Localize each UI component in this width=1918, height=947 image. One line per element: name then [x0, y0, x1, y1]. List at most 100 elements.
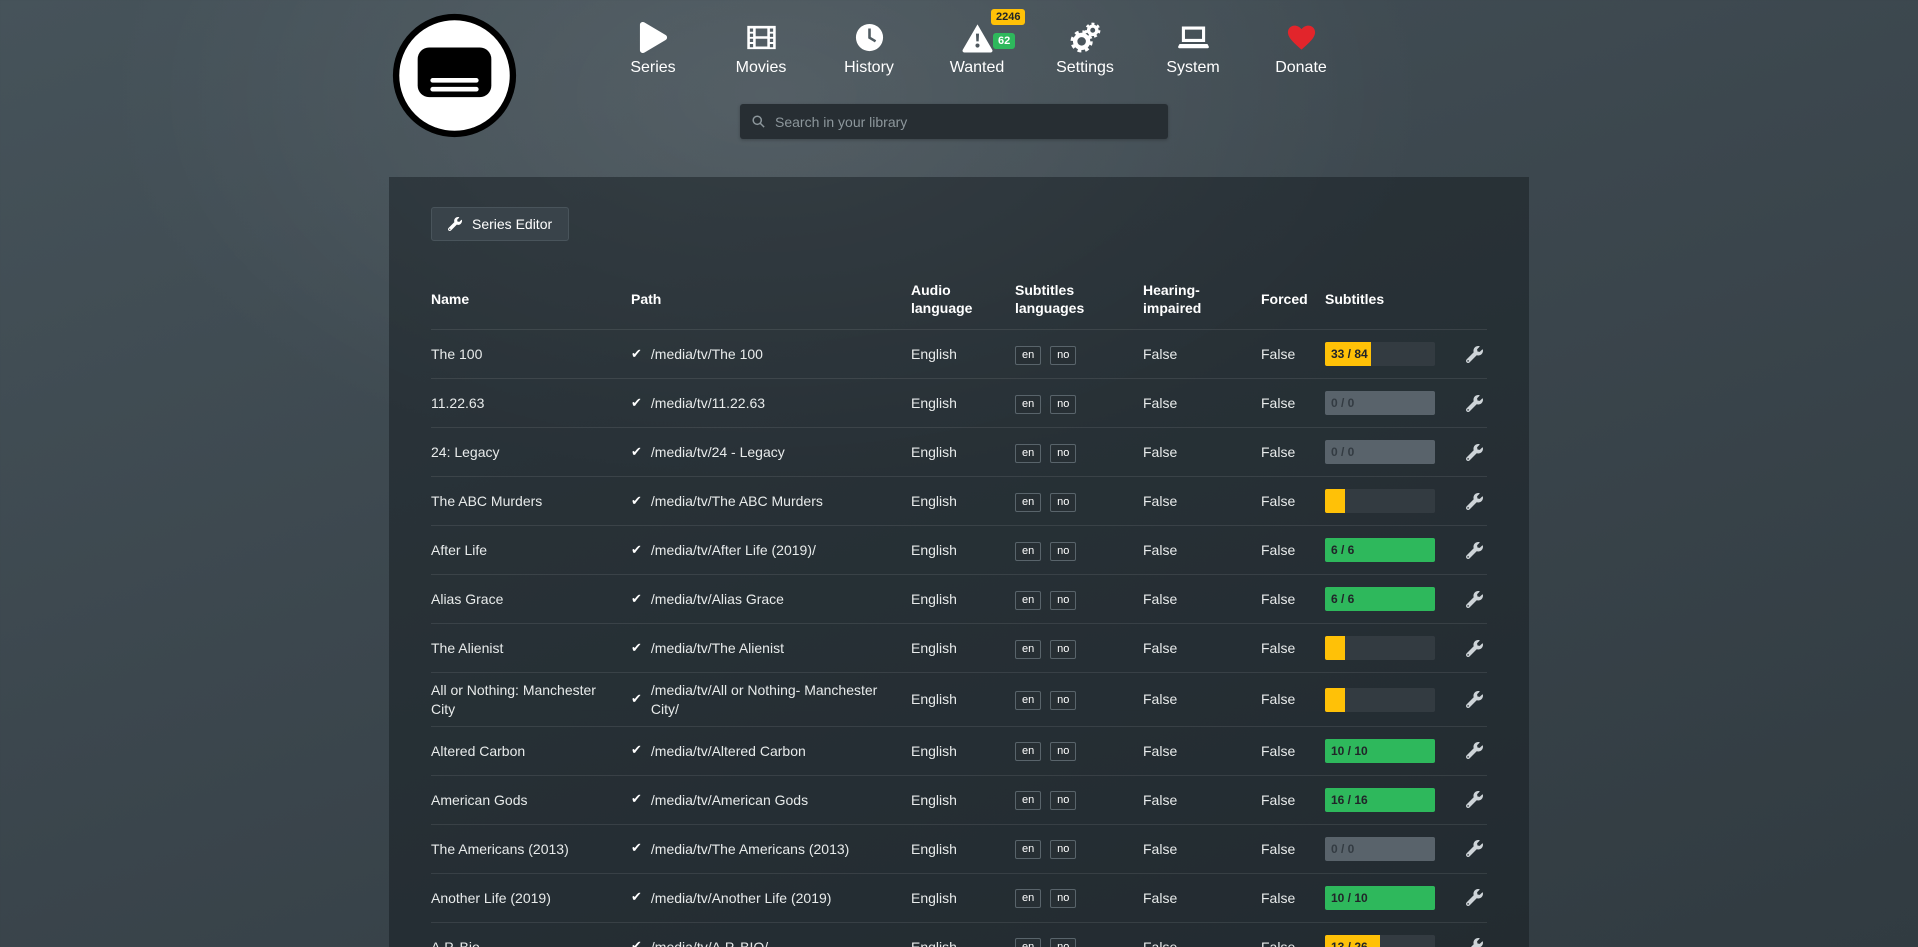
col-subtitles-languages: Subtitles languages	[1015, 281, 1143, 317]
progress-label: 33 / 84	[1331, 342, 1368, 366]
subtitles-progress-cell: 13 / 26	[1325, 935, 1451, 947]
language-badge: no	[1050, 742, 1076, 761]
audio-language-value: English	[911, 938, 1015, 947]
edit-series-button[interactable]	[1451, 791, 1487, 808]
edit-series-button[interactable]	[1451, 591, 1487, 608]
series-name-link[interactable]: 24: Legacy	[431, 443, 631, 461]
progress-fill	[1325, 489, 1345, 513]
path-text: /media/tv/The Alienist	[651, 639, 784, 657]
path-text: /media/tv/A.P. BIO/	[651, 938, 768, 947]
app-logo[interactable]	[391, 12, 518, 139]
audio-language-value: English	[911, 639, 1015, 657]
progress-label: 6 / 6	[1331, 538, 1354, 562]
edit-series-button[interactable]	[1451, 346, 1487, 363]
table-row: Another Life (2019) ✔ /media/tv/Another …	[431, 874, 1487, 923]
language-badge: en	[1015, 791, 1041, 810]
clock-icon	[854, 22, 885, 53]
subtitles-languages-cell: en no	[1015, 789, 1143, 810]
language-badge: en	[1015, 542, 1041, 561]
edit-series-button[interactable]	[1451, 840, 1487, 857]
language-badge: no	[1050, 640, 1076, 659]
nav-movies[interactable]: Movies	[707, 22, 815, 77]
language-badge: no	[1050, 493, 1076, 512]
progress-fill	[1325, 636, 1345, 660]
col-path: Path	[631, 290, 911, 308]
series-name-link[interactable]: The Americans (2013)	[431, 840, 631, 858]
language-badge: en	[1015, 742, 1041, 761]
laptop-icon	[1178, 22, 1209, 53]
nav-series[interactable]: Series	[599, 22, 707, 77]
series-name-link[interactable]: The 100	[431, 345, 631, 363]
edit-series-button[interactable]	[1451, 691, 1487, 708]
audio-language-value: English	[911, 840, 1015, 858]
wrench-icon	[1466, 395, 1483, 412]
edit-series-button[interactable]	[1451, 889, 1487, 906]
subtitles-languages-cell: en no	[1015, 887, 1143, 908]
series-name-link[interactable]: Altered Carbon	[431, 742, 631, 760]
subtitles-progress-bar	[1325, 688, 1435, 712]
nav-donate[interactable]: Donate	[1247, 22, 1355, 77]
edit-series-button[interactable]	[1451, 542, 1487, 559]
play-icon	[638, 22, 669, 53]
subtitles-progress-cell: 10 / 10	[1325, 886, 1451, 910]
nav-system[interactable]: System	[1139, 22, 1247, 77]
hearing-impaired-value: False	[1143, 742, 1261, 760]
subtitles-progress-cell: 6 / 6	[1325, 538, 1451, 562]
forced-value: False	[1261, 345, 1325, 363]
edit-series-button[interactable]	[1451, 395, 1487, 412]
path-text: /media/tv/The ABC Murders	[651, 492, 823, 510]
language-badge: no	[1050, 691, 1076, 710]
subtitles-progress-bar: 16 / 16	[1325, 788, 1435, 812]
series-name-link[interactable]: A.P. Bio	[431, 938, 631, 947]
edit-series-button[interactable]	[1451, 640, 1487, 657]
subtitles-progress-cell	[1325, 489, 1451, 513]
series-name-link[interactable]: American Gods	[431, 791, 631, 809]
subtitles-languages-cell: en no	[1015, 838, 1143, 859]
search-input[interactable]	[775, 114, 1157, 130]
table-row: 11.22.63 ✔ /media/tv/11.22.63 English en…	[431, 379, 1487, 428]
wrench-icon	[1466, 591, 1483, 608]
edit-series-button[interactable]	[1451, 938, 1487, 947]
hearing-impaired-value: False	[1143, 889, 1261, 907]
series-name-link[interactable]: Alias Grace	[431, 590, 631, 608]
audio-language-value: English	[911, 443, 1015, 461]
path-text: /media/tv/American Gods	[651, 791, 808, 809]
progress-label: 0 / 0	[1331, 391, 1354, 415]
series-path: ✔ /media/tv/Another Life (2019)	[631, 889, 911, 907]
wrench-icon	[1466, 444, 1483, 461]
series-name-link[interactable]: The Alienist	[431, 639, 631, 657]
nav-wanted[interactable]: 2246 62 Wanted	[923, 22, 1031, 77]
hearing-impaired-value: False	[1143, 791, 1261, 809]
wrench-icon	[1466, 889, 1483, 906]
nav-history[interactable]: History	[815, 22, 923, 77]
table-row: The Alienist ✔ /media/tv/The Alienist En…	[431, 624, 1487, 673]
series-name-link[interactable]: Another Life (2019)	[431, 889, 631, 907]
audio-language-value: English	[911, 394, 1015, 412]
wanted-count-badge-movies: 62	[993, 33, 1015, 49]
series-path: ✔ /media/tv/American Gods	[631, 791, 911, 809]
language-badge: en	[1015, 691, 1041, 710]
check-icon: ✔	[631, 791, 642, 808]
series-name-link[interactable]: 11.22.63	[431, 394, 631, 412]
edit-series-button[interactable]	[1451, 742, 1487, 759]
nav-settings[interactable]: Settings	[1031, 22, 1139, 77]
wrench-icon	[1466, 493, 1483, 510]
edit-series-button[interactable]	[1451, 493, 1487, 510]
hearing-impaired-value: False	[1143, 394, 1261, 412]
forced-value: False	[1261, 443, 1325, 461]
nav-label: Series	[630, 59, 675, 77]
series-name-link[interactable]: After Life	[431, 541, 631, 559]
subtitles-progress-bar: 0 / 0	[1325, 837, 1435, 861]
series-table: Name Path Audio language Subtitles langu…	[431, 273, 1487, 947]
forced-value: False	[1261, 690, 1325, 708]
edit-series-button[interactable]	[1451, 444, 1487, 461]
series-editor-button[interactable]: Series Editor	[431, 207, 569, 241]
progress-label: 0 / 0	[1331, 440, 1354, 464]
hearing-impaired-value: False	[1143, 639, 1261, 657]
series-name-link[interactable]: All or Nothing: Manchester City	[431, 681, 631, 717]
series-path: ✔ /media/tv/The ABC Murders	[631, 492, 911, 510]
language-badge: no	[1050, 791, 1076, 810]
subtitles-languages-cell: en no	[1015, 740, 1143, 761]
col-forced: Forced	[1261, 290, 1325, 308]
series-name-link[interactable]: The ABC Murders	[431, 492, 631, 510]
